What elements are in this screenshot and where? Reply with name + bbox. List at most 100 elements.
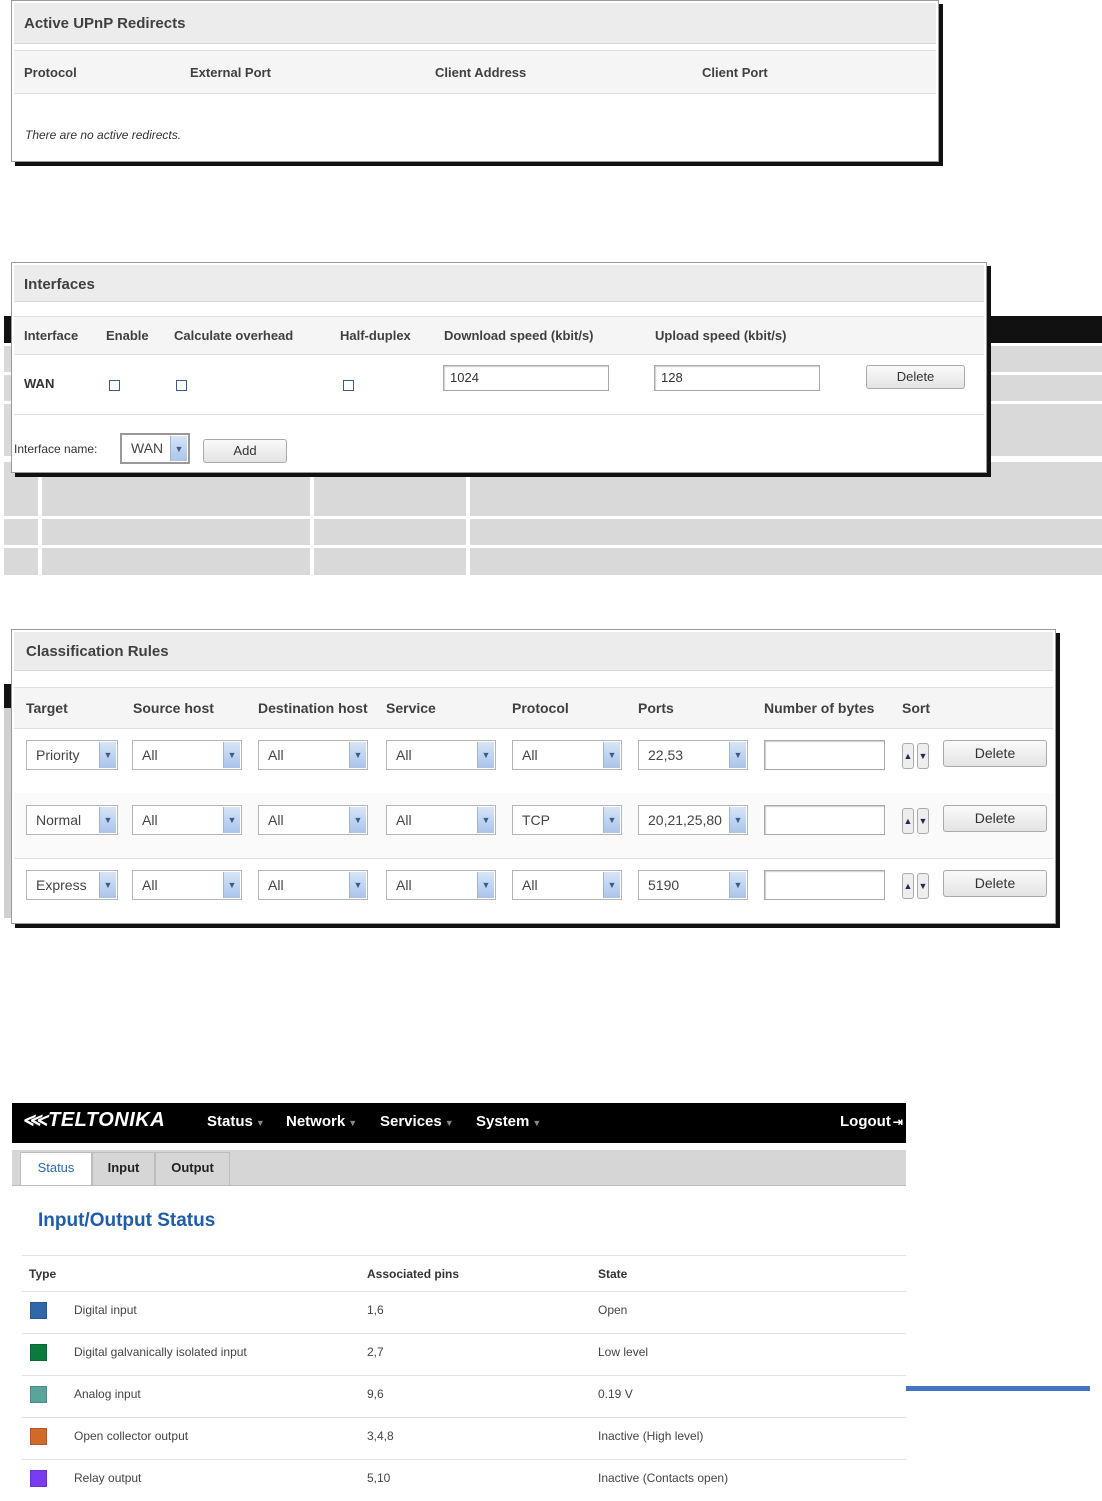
number-of-bytes-input[interactable] [764,870,885,900]
ports-select[interactable]: 22,53 ▼ [638,740,748,770]
target-select[interactable]: Priority ▼ [26,740,118,770]
source-host-select[interactable]: All ▼ [132,805,242,835]
upnp-col-protocol: Protocol [24,65,77,80]
logo-text: TELTONIKA [48,1109,166,1131]
delete-rule-button[interactable]: Delete [943,805,1047,832]
chevron-down-icon: ▼ [223,872,240,898]
target-value: Normal [36,812,82,828]
move-up-icon[interactable]: ▲ [902,808,914,834]
classification-title-text: Classification Rules [26,643,169,660]
classification-row: Express ▼ All ▼ All ▼ All ▼ All ▼ 5190 ▼ ▲ ▼ D… [14,858,1053,920]
col-destination-host: Destination host [258,700,368,716]
interface-name-select[interactable]: WAN ▼ [120,433,190,464]
ports-select[interactable]: 5190 ▼ [638,870,748,900]
tab-bar: Status Input Output [12,1150,906,1186]
destination-value: All [268,747,284,763]
nav-network-label: Network [286,1113,346,1130]
protocol-value: TCP [522,812,550,828]
move-up-icon[interactable]: ▲ [902,743,914,769]
enable-checkbox[interactable] [109,380,120,391]
delete-rule-button[interactable]: Delete [943,870,1047,897]
delete-interface-button[interactable]: Delete [866,365,965,389]
classification-panel: Classification Rules Target Source host … [11,629,1056,924]
io-row: Relay output 5,10 Inactive (Contacts ope… [22,1459,906,1501]
upnp-header-row: Protocol External Port Client Address Cl… [14,50,936,94]
tab-status[interactable]: Status [20,1152,92,1185]
classification-title: Classification Rules [14,632,1053,671]
io-pins: 2,7 [367,1345,384,1359]
chevron-down-icon: ▼ [99,742,116,768]
move-down-icon[interactable]: ▼ [917,873,929,899]
io-pins: 9,6 [367,1387,384,1401]
ports-select[interactable]: 20,21,25,80 ▼ [638,805,748,835]
number-of-bytes-input[interactable] [764,805,885,835]
service-select[interactable]: All ▼ [386,805,496,835]
io-pins: 1,6 [367,1303,384,1317]
open-collector-output-icon [30,1428,47,1445]
upnp-col-client-address: Client Address [435,65,527,80]
target-value: Express [36,877,87,893]
decorative-accent-line [906,1386,1090,1391]
move-down-icon[interactable]: ▼ [917,808,929,834]
upnp-col-external-port: External Port [190,65,271,80]
col-associated-pins: Associated pins [367,1267,460,1281]
caret-down-icon: ▼ [532,1118,542,1128]
chevron-down-icon: ▼ [603,742,620,768]
col-half-duplex: Half-duplex [340,328,411,343]
logout-icon: ⇥ [892,1115,903,1129]
interfaces-title-text: Interfaces [24,276,95,293]
nav-status[interactable]: Status ▼ [207,1113,265,1130]
chevron-down-icon: ▼ [729,742,746,768]
move-up-icon[interactable]: ▲ [902,873,914,899]
service-select[interactable]: All ▼ [386,870,496,900]
calculate-overhead-checkbox[interactable] [176,380,187,391]
source-value: All [142,877,158,893]
col-state: State [598,1267,628,1281]
move-down-icon[interactable]: ▼ [917,743,929,769]
upload-speed-input[interactable]: 128 [654,365,820,391]
interface-row-wan: WAN 1024 128 Delete [14,354,984,415]
classification-row: Priority ▼ All ▼ All ▼ All ▼ All ▼ 22,53 ▼ ▲ ▼… [14,728,1053,794]
logout-label: Logout [840,1113,891,1130]
add-interface-button[interactable]: Add [203,439,287,463]
protocol-select[interactable]: All ▼ [512,740,622,770]
chevron-down-icon: ▼ [349,742,366,768]
download-speed-input[interactable]: 1024 [443,365,609,391]
upnp-empty-message: There are no active redirects. [25,128,182,142]
io-state: 0.19 V [598,1387,633,1401]
service-value: All [396,747,412,763]
source-host-select[interactable]: All ▼ [132,870,242,900]
tab-input[interactable]: Input [92,1152,155,1185]
destination-host-select[interactable]: All ▼ [258,870,368,900]
page-title: Input/Output Status [38,1210,216,1231]
chevron-down-icon: ▼ [477,807,494,833]
logout-link[interactable]: Logout ⇥ [840,1113,903,1130]
target-select[interactable]: Normal ▼ [26,805,118,835]
caret-down-icon: ▼ [444,1118,454,1128]
col-type: Type [29,1267,57,1281]
nav-services[interactable]: Services ▼ [380,1113,454,1130]
service-select[interactable]: All ▼ [386,740,496,770]
nav-system[interactable]: System ▼ [476,1113,541,1130]
destination-host-select[interactable]: All ▼ [258,805,368,835]
tab-output[interactable]: Output [155,1152,230,1185]
destination-host-select[interactable]: All ▼ [258,740,368,770]
chevron-down-icon: ▼ [223,742,240,768]
io-row: Open collector output 3,4,8 Inactive (Hi… [22,1417,906,1460]
source-host-select[interactable]: All ▼ [132,740,242,770]
io-type: Relay output [74,1471,142,1485]
teltonika-logo[interactable]: ⋘TELTONIKA [22,1109,165,1132]
number-of-bytes-input[interactable] [764,740,885,770]
protocol-select[interactable]: All ▼ [512,870,622,900]
chevron-down-icon: ▼ [477,742,494,768]
logo-mark-icon: ⋘ [22,1110,49,1130]
tab-output-label: Output [171,1160,214,1175]
half-duplex-checkbox[interactable] [343,380,354,391]
nav-network[interactable]: Network ▼ [286,1113,357,1130]
protocol-select[interactable]: TCP ▼ [512,805,622,835]
classification-row: Normal ▼ All ▼ All ▼ All ▼ TCP ▼ 20,21,25,80 ▼… [14,793,1053,859]
delete-rule-button[interactable]: Delete [943,740,1047,767]
target-select[interactable]: Express ▼ [26,870,118,900]
destination-value: All [268,877,284,893]
io-pins: 3,4,8 [367,1429,394,1443]
